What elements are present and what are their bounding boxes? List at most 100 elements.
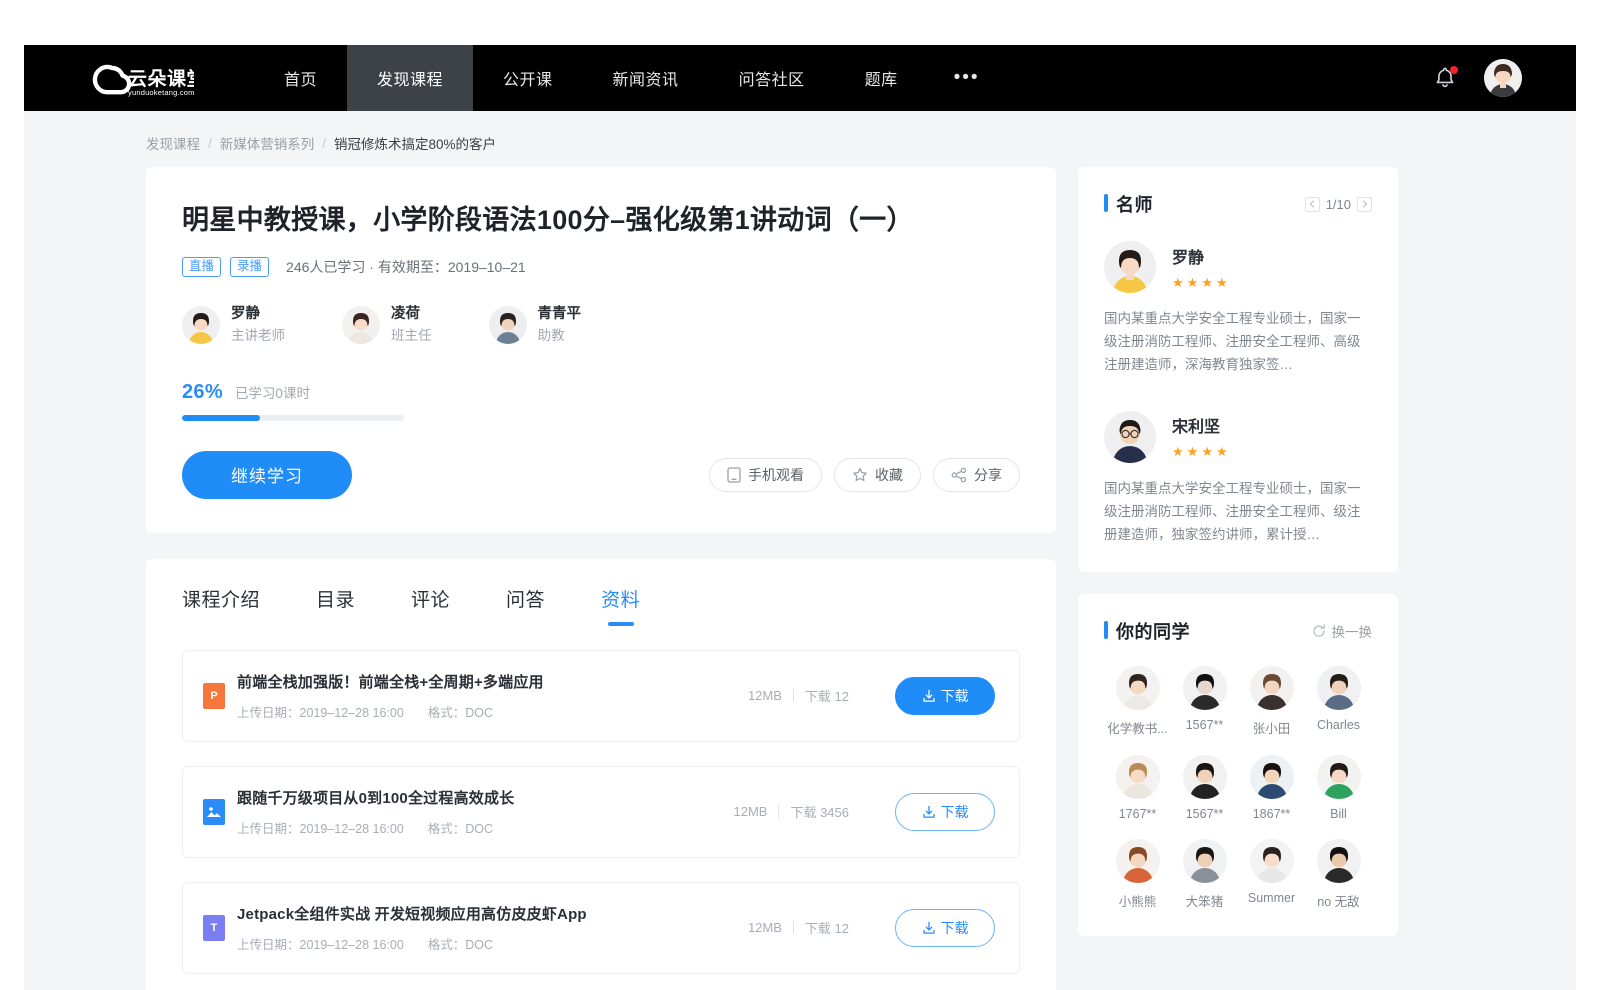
nav-item-question-bank[interactable]: 题库 xyxy=(835,45,928,111)
resource-format: 格式：DOC xyxy=(428,818,493,837)
list-item[interactable]: 跟随千万级项目从0到100全过程高效成长 上传日期：2019–12–28 16:… xyxy=(182,766,1020,858)
classmates-grid: 化学教书...1567**张小田Charles1767**1567**1867*… xyxy=(1104,666,1372,910)
tab-materials[interactable]: 资料 xyxy=(601,585,640,626)
classmate-name: Summer xyxy=(1248,891,1295,905)
famous-teacher-item[interactable]: 罗静 ★ ★ ★ ★ 国内某重点大学安全工程专业硕士，国家一级注册消防工程师、注… xyxy=(1104,241,1372,377)
breadcrumb: 发现课程 / 新媒体营销系列 / 销冠修炼术搞定80%的客户 xyxy=(24,111,1576,167)
classmate-item[interactable]: 1867** xyxy=(1238,755,1305,821)
mobile-watch-button[interactable]: 手机观看 xyxy=(709,458,822,492)
chevron-right-icon xyxy=(1362,200,1368,208)
favorite-button[interactable]: 收藏 xyxy=(834,458,921,492)
classmate-name: Charles xyxy=(1317,718,1360,732)
star-icon: ★ xyxy=(1216,275,1228,291)
classmate-avatar-icon xyxy=(1250,755,1294,799)
star-icon: ★ xyxy=(1201,444,1213,460)
notifications-button[interactable] xyxy=(1432,65,1458,91)
download-button[interactable]: 下载 xyxy=(895,793,995,831)
list-item[interactable]: P 前端全栈加强版！前端全栈+全周期+多端应用 上传日期：2019–12–28 … xyxy=(182,650,1020,742)
continue-learning-button[interactable]: 继续学习 xyxy=(182,451,352,499)
classmate-item[interactable]: Charles xyxy=(1305,666,1372,737)
classmate-item[interactable]: 1767** xyxy=(1104,755,1171,821)
classmate-avatar xyxy=(1317,755,1361,799)
pager-next-button[interactable] xyxy=(1357,197,1372,212)
pager-prev-button[interactable] xyxy=(1305,197,1320,212)
download-label: 下载 xyxy=(941,802,969,822)
famous-teacher-item[interactable]: 宋利坚 ★ ★ ★ ★ 国内某重点大学安全工程专业硕士，国家一级注册消防工程师、… xyxy=(1104,411,1372,547)
nav-item-home[interactable]: 首页 xyxy=(254,45,347,111)
classmate-item[interactable]: 小熊熊 xyxy=(1104,839,1171,910)
classmate-avatar-icon xyxy=(1116,755,1160,799)
star-icon: ★ xyxy=(1187,444,1199,460)
classmate-item[interactable]: 1567** xyxy=(1171,755,1238,821)
file-type-icon: P xyxy=(203,683,225,709)
tab-comments[interactable]: 评论 xyxy=(411,585,450,626)
classmates-title: 你的同学 xyxy=(1104,618,1190,644)
star-icon: ★ xyxy=(1172,275,1184,291)
share-button[interactable]: 分享 xyxy=(933,458,1020,492)
list-item[interactable]: T Jetpack全组件实战 开发短视频应用高仿皮皮虾App 上传日期：2019… xyxy=(182,882,1020,974)
teacher-avatar-icon xyxy=(1104,411,1156,463)
teacher-item[interactable]: 罗静 主讲老师 xyxy=(182,305,285,345)
classmate-name: 1767** xyxy=(1119,807,1157,821)
breadcrumb-item-series[interactable]: 新媒体营销系列 xyxy=(220,133,315,153)
nav-item-more[interactable]: ••• xyxy=(928,45,1006,111)
breadcrumb-item-discover[interactable]: 发现课程 xyxy=(146,133,200,153)
classmate-name: 张小田 xyxy=(1253,718,1291,737)
teacher-item[interactable]: 青青平 助教 xyxy=(489,305,582,345)
classmate-avatar-icon xyxy=(1183,755,1227,799)
classmate-item[interactable]: 大笨猪 xyxy=(1171,839,1238,910)
download-button[interactable]: 下载 xyxy=(895,909,995,947)
teacher-role: 助教 xyxy=(538,327,582,345)
resource-format: 格式：DOC xyxy=(428,702,493,721)
classmates-card: 你的同学 换一换 化学教书...1567**张小田Charles1767**15… xyxy=(1078,594,1398,936)
refresh-icon xyxy=(1312,624,1326,638)
mobile-icon xyxy=(727,467,741,483)
chevron-left-icon xyxy=(1309,200,1315,208)
resource-name: Jetpack全组件实战 开发短视频应用高仿皮皮虾App xyxy=(237,903,748,924)
famous-teacher-meta: 罗静 ★ ★ ★ ★ xyxy=(1172,244,1228,291)
share-icon xyxy=(951,467,967,483)
teacher-avatar-icon xyxy=(489,306,527,344)
progress-percent: 26% xyxy=(182,381,223,404)
classmate-item[interactable]: Bill xyxy=(1305,755,1372,821)
nav-item-open-class[interactable]: 公开课 xyxy=(473,45,583,111)
classmate-name: no 无敌 xyxy=(1317,891,1359,910)
course-actions-row: 继续学习 手机观看 xyxy=(182,451,1020,499)
classmate-item[interactable]: 1567** xyxy=(1171,666,1238,737)
avatar[interactable] xyxy=(1484,59,1522,97)
tab-catalog[interactable]: 目录 xyxy=(316,585,355,626)
classmate-item[interactable]: Summer xyxy=(1238,839,1305,910)
tag-recorded: 录播 xyxy=(230,257,269,277)
tab-qa[interactable]: 问答 xyxy=(506,585,545,626)
nav-item-qa-community[interactable]: 问答社区 xyxy=(709,45,835,111)
download-label: 下载 xyxy=(941,686,969,706)
course-meta-row: 直播 录播 246人已学习 · 有效期至：2019–10–21 xyxy=(182,257,1020,277)
teacher-name: 凌荷 xyxy=(391,305,432,325)
classmate-item[interactable]: 张小田 xyxy=(1238,666,1305,737)
teacher-item[interactable]: 凌荷 班主任 xyxy=(342,305,432,345)
stat-divider xyxy=(778,805,779,818)
classmate-item[interactable]: no 无敌 xyxy=(1305,839,1372,910)
download-label: 下载 xyxy=(941,918,969,938)
teacher-role: 主讲老师 xyxy=(231,327,285,345)
classmate-avatar xyxy=(1116,839,1160,883)
tab-intro[interactable]: 课程介绍 xyxy=(182,585,260,626)
classmate-item[interactable]: 化学教书... xyxy=(1104,666,1171,737)
resource-downloads: 下载 12 xyxy=(805,918,849,937)
classmate-name: 1567** xyxy=(1186,807,1224,821)
mobile-watch-label: 手机观看 xyxy=(748,465,804,485)
classmate-avatar-icon xyxy=(1183,839,1227,883)
progress-bar-fill xyxy=(182,415,260,421)
progress-bar xyxy=(182,415,404,421)
main-column: 明星中教授课，小学阶段语法100分–强化级第1讲动词（一） 直播 录播 246人… xyxy=(146,167,1056,990)
refresh-classmates-button[interactable]: 换一换 xyxy=(1312,621,1373,641)
classmates-header: 你的同学 换一换 xyxy=(1104,618,1372,644)
download-button[interactable]: 下载 xyxy=(895,677,995,715)
nav-item-discover-courses[interactable]: 发现课程 xyxy=(347,45,473,111)
resource-upload-date: 上传日期：2019–12–28 16:00 xyxy=(237,702,404,721)
pager-label: 1/10 xyxy=(1326,197,1351,212)
nav-item-news[interactable]: 新闻资讯 xyxy=(583,45,709,111)
brand-logo[interactable]: 云朵课堂 yunduoketang.com xyxy=(82,58,204,98)
teacher-name: 青青平 xyxy=(538,305,582,325)
rating-stars: ★ ★ ★ ★ xyxy=(1172,275,1228,291)
